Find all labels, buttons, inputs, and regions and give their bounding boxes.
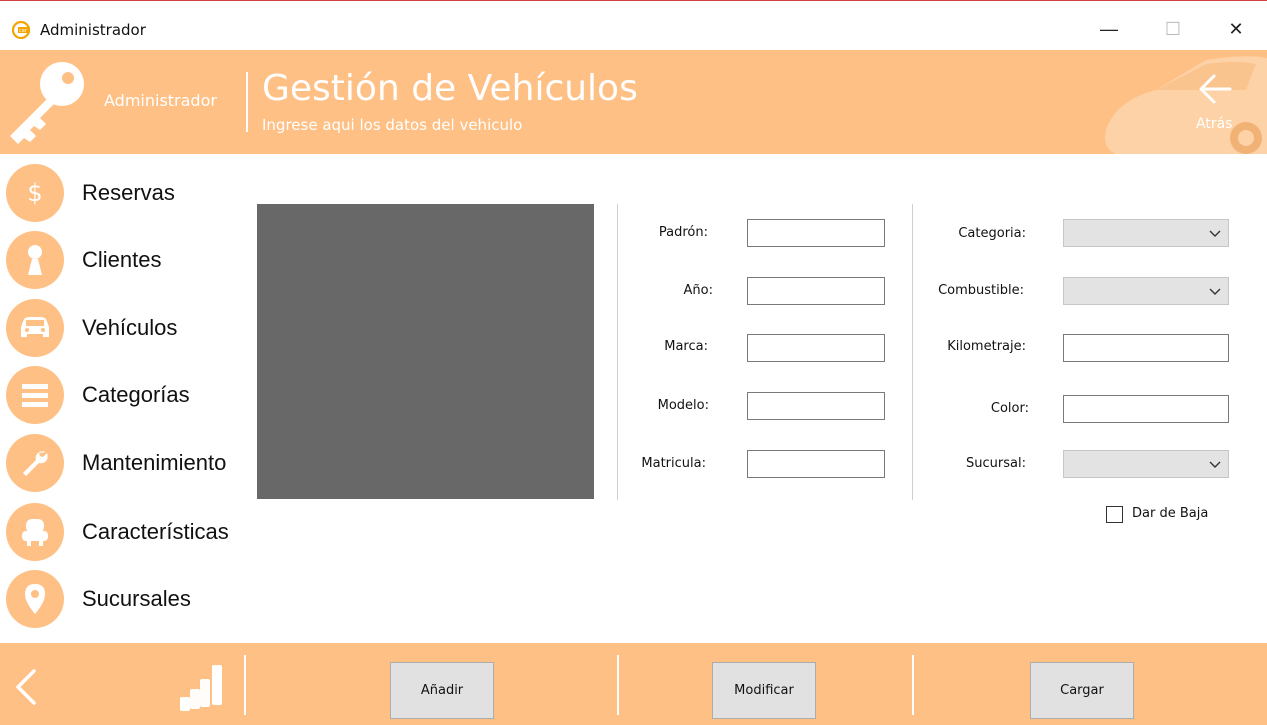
header-divider [246,72,248,132]
footer-divider [912,655,914,715]
sidebar-item-label: Vehículos [82,315,178,340]
sidebar-item-reservas[interactable]: $ Reservas [6,164,242,222]
sidebar-item-mantenimiento[interactable]: Mantenimiento [6,434,242,492]
car-banner-image [1105,56,1267,154]
anio-input[interactable] [747,277,885,305]
kilometraje-input[interactable] [1063,334,1229,362]
combustible-label: Combustible: [938,283,1024,298]
categoria-label: Categoria: [958,226,1026,241]
color-input[interactable] [1063,395,1229,423]
page-header: Administrador Gestión de Vehículos Ingre… [0,50,1267,154]
anio-label: Año: [683,283,713,298]
svg-text:$: $ [27,179,42,207]
sidebar-item-label: Mantenimiento [82,450,227,475]
location-pin-icon [6,570,64,628]
matricula-label: Matricula: [641,456,706,471]
marca-label: Marca: [664,339,708,354]
bar-chart-icon[interactable] [178,663,226,713]
kilometraje-label: Kilometraje: [947,339,1026,354]
sidebar-item-sucursales[interactable]: Sucursales [6,570,242,628]
sidebar-item-vehiculos[interactable]: Vehículos [6,299,242,357]
back-arrow-icon[interactable] [1196,70,1234,108]
sidebar: $ Reservas Clientes Vehículos Categorías [0,156,245,641]
footer-bar: Añadir Modificar Cargar [0,643,1267,725]
header-user-label: Administrador [104,91,217,110]
seat-icon [6,503,64,561]
dar-de-baja-checkbox[interactable] [1106,506,1123,523]
footer-divider [617,655,619,715]
back-button-label[interactable]: Atrás [1196,116,1232,132]
page-title: Gestión de Vehículos [262,68,638,109]
sidebar-item-label: Sucursales [82,586,191,611]
maximize-button[interactable]: ☐ [1150,15,1196,43]
modelo-label: Modelo: [657,398,709,413]
combustible-select[interactable] [1063,277,1229,305]
modify-button[interactable]: Modificar [712,662,816,719]
chevron-left-icon[interactable] [10,667,40,707]
svg-text:car: car [19,28,28,34]
vehicle-photo[interactable] [257,204,594,499]
add-button[interactable]: Añadir [390,662,494,719]
sucursal-label: Sucursal: [966,456,1026,471]
window-title: Administrador [40,21,146,39]
list-icon [6,366,64,424]
close-button[interactable]: ✕ [1213,15,1259,43]
sidebar-item-caracteristicas[interactable]: Características [6,503,242,561]
form-divider-right [912,204,913,500]
sidebar-item-categorias[interactable]: Categorías [6,366,242,424]
app-logo-icon: car [12,21,31,39]
minimize-button[interactable]: — [1086,15,1132,43]
sidebar-item-label: Reservas [82,180,175,205]
padron-label: Padrón: [658,225,708,240]
padron-input[interactable] [747,219,885,247]
dollar-icon: $ [6,164,64,222]
wrench-icon [6,434,64,492]
sidebar-item-label: Características [82,519,229,544]
key-icon [10,62,84,144]
form-divider-left [617,204,618,500]
person-icon [6,231,64,289]
load-button[interactable]: Cargar [1030,662,1134,719]
categoria-select[interactable] [1063,219,1229,247]
sidebar-item-label: Categorías [82,382,190,407]
marca-input[interactable] [747,334,885,362]
matricula-input[interactable] [747,450,885,478]
title-bar: car Administrador — ☐ ✕ [0,9,1267,49]
page-subtitle: Ingrese aqui los datos del vehiculo [262,116,523,134]
app-window: car Administrador — ☐ ✕ Administrador Ge… [0,0,1267,725]
dar-de-baja-label[interactable]: Dar de Baja [1132,506,1208,521]
sucursal-select[interactable] [1063,450,1229,478]
modelo-input[interactable] [747,392,885,420]
chevron-down-icon [1209,230,1221,237]
car-icon [6,299,64,357]
color-label: Color: [990,401,1029,416]
footer-divider [244,655,246,715]
sidebar-item-clientes[interactable]: Clientes [6,231,242,289]
chevron-down-icon [1209,461,1221,468]
sidebar-item-label: Clientes [82,247,162,272]
chevron-down-icon [1209,288,1221,295]
